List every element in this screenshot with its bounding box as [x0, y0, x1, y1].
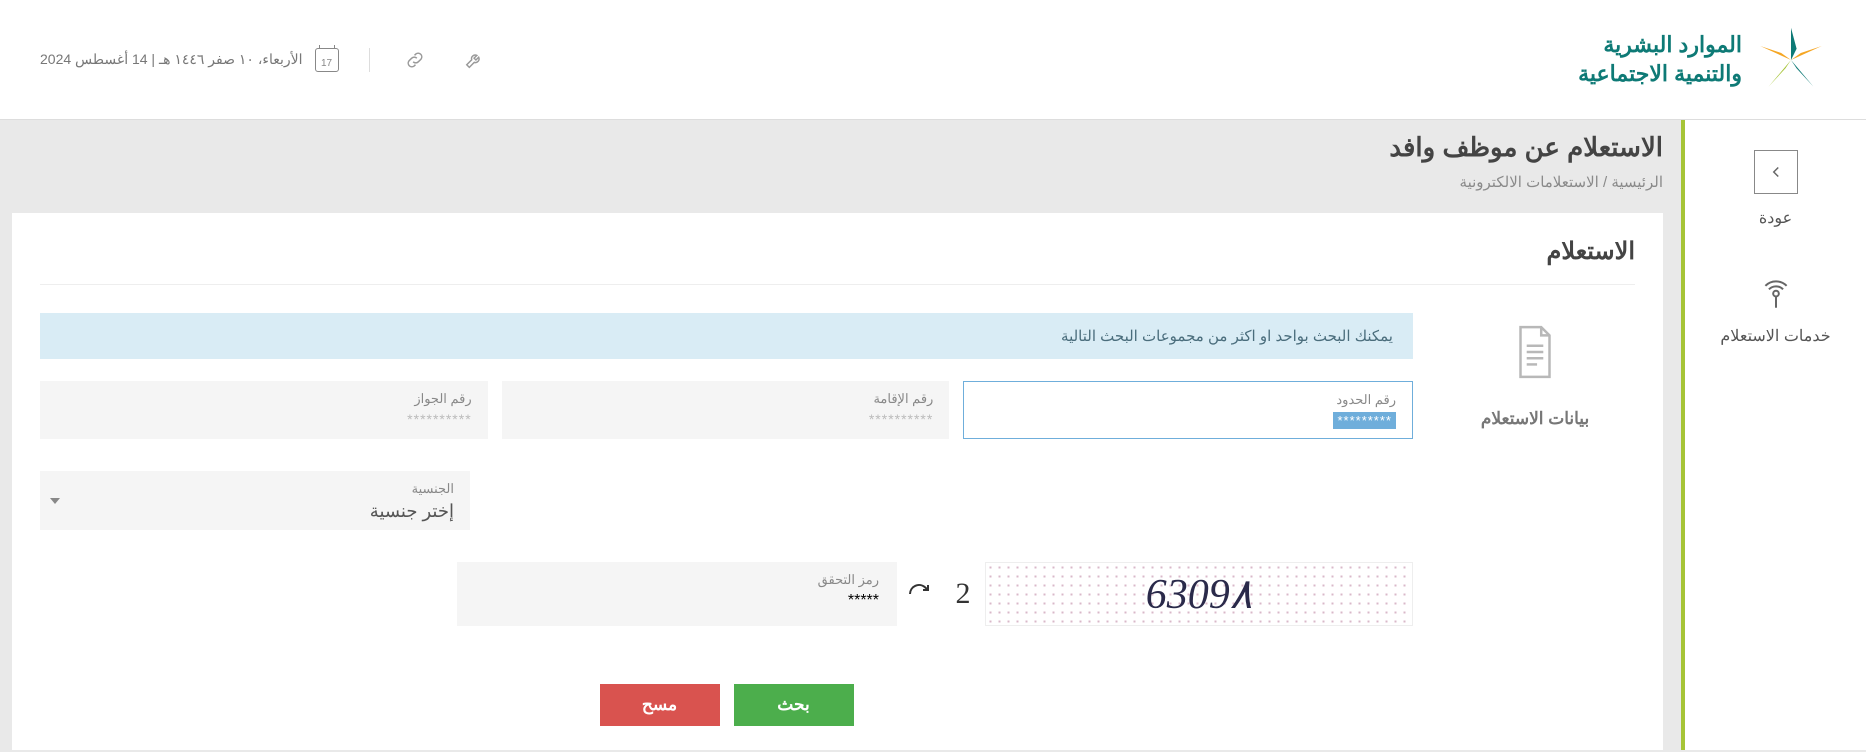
captcha-extra-digit: 2 — [941, 562, 985, 626]
border-input[interactable]: ********* — [1333, 412, 1396, 429]
date-box: 17 الأربعاء، ١٠ صفر ١٤٤٦ هـ | 14 أغسطس 2… — [40, 48, 370, 72]
breadcrumb-inquiries[interactable]: الاستعلامات الالكترونية — [1460, 174, 1599, 191]
border-label: رقم الحدود — [980, 392, 1396, 408]
calendar-icon: 17 — [315, 48, 339, 72]
logo-text: الموارد البشرية والتنمية الاجتماعية — [1578, 31, 1742, 88]
captcha-input-field[interactable]: رمز التحقق ***** — [457, 562, 897, 626]
panel-title: الاستعلام — [40, 237, 1635, 266]
button-row: بحث مسح — [40, 684, 1413, 726]
fields-row-1: رقم الحدود ********* رقم الإقامة *******… — [40, 381, 1413, 439]
breadcrumb-home[interactable]: الرئيسية — [1611, 174, 1663, 191]
main-wrap: عودة خدمات الاستعلام الاستعلام عن موظف و… — [0, 120, 1866, 750]
date-text: الأربعاء، ١٠ صفر ١٤٤٦ هـ | 14 أغسطس 2024 — [40, 51, 303, 68]
iqama-label: رقم الإقامة — [518, 391, 934, 407]
captcha-label: رمز التحقق — [475, 572, 879, 588]
nav-back[interactable]: عودة — [1754, 150, 1798, 228]
fields-row-2: الجنسية إختر جنسية — [40, 471, 1413, 530]
nav-back-label: عودة — [1759, 208, 1792, 228]
link-icon[interactable] — [400, 45, 430, 75]
right-sidebar: عودة خدمات الاستعلام — [1681, 120, 1866, 750]
search-button[interactable]: بحث — [734, 684, 854, 726]
passport-label: رقم الجواز — [56, 391, 472, 407]
iqama-number-field[interactable]: رقم الإقامة ********** — [502, 381, 950, 439]
info-banner: يمكنك البحث بواحد او اكثر من مجموعات الب… — [40, 313, 1413, 359]
nationality-select[interactable]: إختر جنسية — [370, 501, 454, 521]
logo-line2: والتنمية الاجتماعية — [1578, 60, 1742, 89]
wrench-icon[interactable] — [460, 45, 490, 75]
captcha-input[interactable]: ***** — [848, 592, 879, 609]
antenna-icon — [1759, 278, 1793, 312]
document-icon — [1510, 323, 1560, 381]
logo-area: الموارد البشرية والتنمية الاجتماعية — [1578, 25, 1826, 95]
clear-button[interactable]: مسح — [600, 684, 720, 726]
captcha-refresh-button[interactable] — [897, 562, 941, 626]
logo-icon — [1756, 25, 1826, 95]
nav-services[interactable]: خدمات الاستعلام — [1720, 278, 1830, 346]
border-number-field[interactable]: رقم الحدود ********* — [963, 381, 1413, 439]
captcha-image: 6309٨ — [985, 562, 1413, 626]
logo-line1: الموارد البشرية — [1578, 31, 1742, 60]
nationality-field[interactable]: الجنسية إختر جنسية — [40, 471, 470, 530]
inquiry-panel: الاستعلام بيانات الاستعلام يمكنك البحث ب… — [12, 213, 1663, 750]
top-bar: الموارد البشرية والتنمية الاجتماعية 17 ا… — [0, 0, 1866, 120]
side-label: بيانات الاستعلام — [1481, 409, 1589, 429]
passport-number-field[interactable]: رقم الجواز ********** — [40, 381, 488, 439]
breadcrumb: الرئيسية / الاستعلامات الالكترونية — [12, 173, 1663, 191]
form-area: يمكنك البحث بواحد او اكثر من مجموعات الب… — [40, 313, 1413, 726]
chevron-left-icon — [1754, 150, 1798, 194]
nationality-label: الجنسية — [56, 481, 454, 497]
chevron-down-icon — [50, 498, 60, 504]
panel-body: بيانات الاستعلام يمكنك البحث بواحد او اك… — [40, 284, 1635, 726]
captcha-row: 6309٨ 2 رمز التحقق ***** — [40, 562, 1413, 626]
page-title: الاستعلام عن موظف وافد — [12, 132, 1663, 163]
nav-services-label: خدمات الاستعلام — [1720, 326, 1830, 346]
iqama-input[interactable]: ********** — [869, 411, 933, 427]
passport-input[interactable]: ********** — [407, 411, 471, 427]
top-left-tools: 17 الأربعاء، ١٠ صفر ١٤٤٦ هـ | 14 أغسطس 2… — [40, 45, 490, 75]
panel-side-info: بيانات الاستعلام — [1435, 313, 1635, 726]
content-column: الاستعلام عن موظف وافد الرئيسية / الاستع… — [0, 120, 1663, 750]
